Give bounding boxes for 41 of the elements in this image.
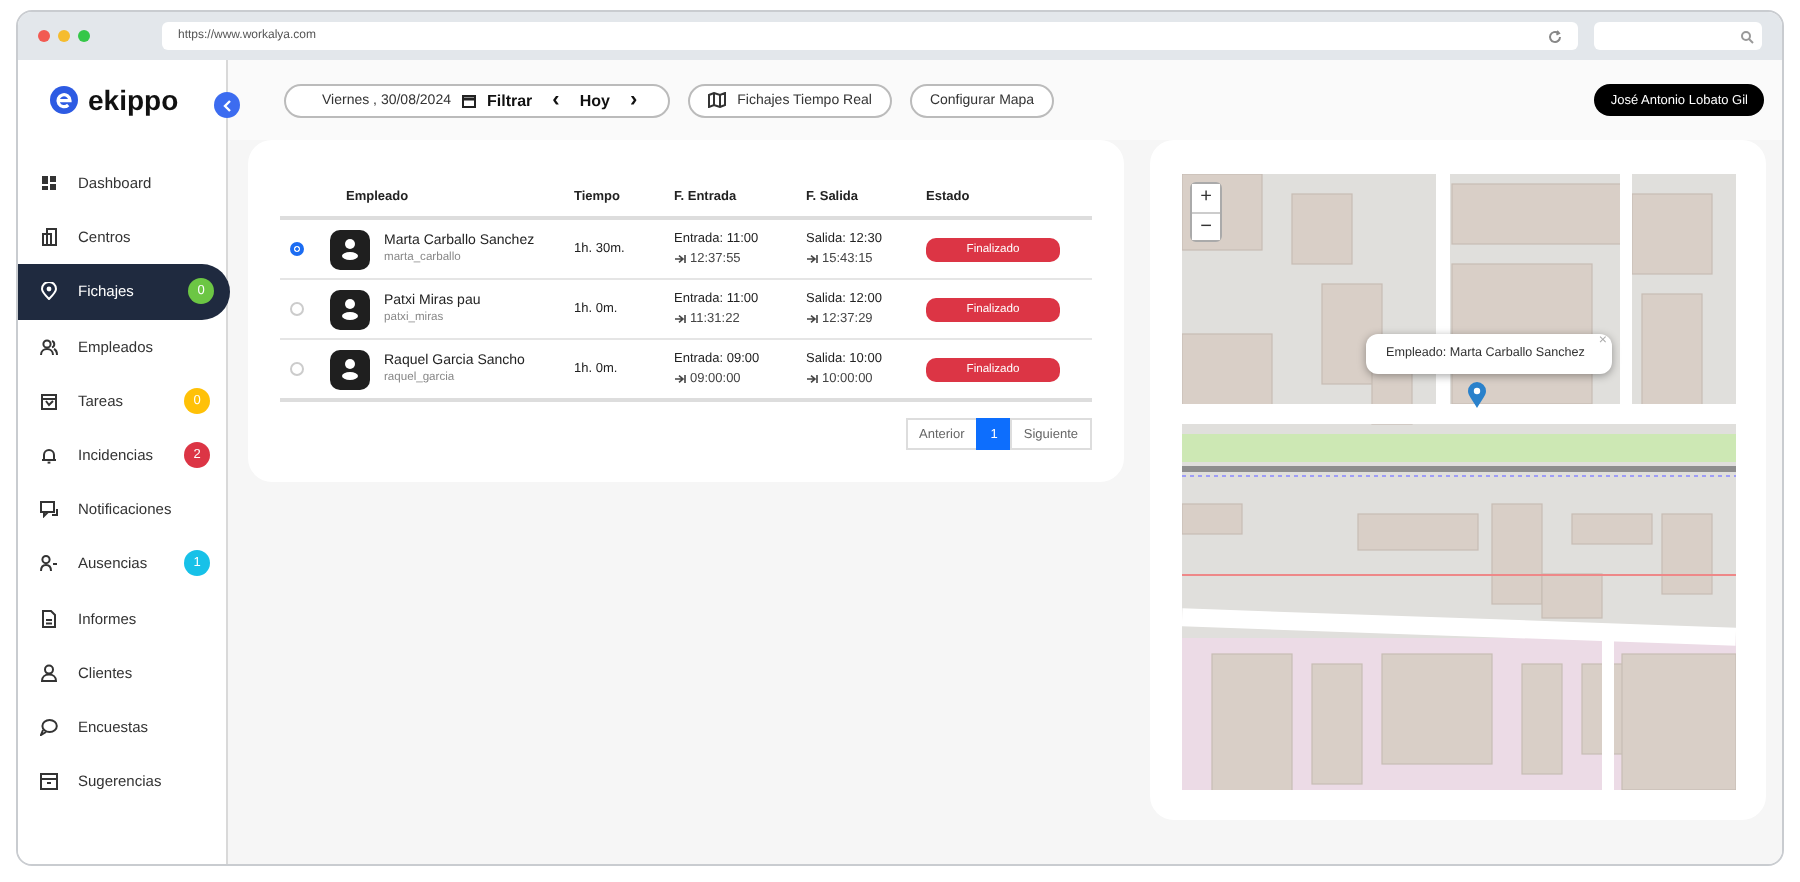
brand-name: ekippo — [88, 84, 179, 116]
building-icon — [40, 228, 58, 247]
previous-day-button[interactable]: ‹ — [542, 88, 570, 112]
entry-arrow-icon — [806, 254, 818, 264]
entry-arrow-icon — [806, 314, 818, 324]
person-icon — [40, 663, 58, 682]
row-radio[interactable] — [290, 242, 304, 256]
speech-bubble-icon — [40, 717, 58, 736]
grid-icon — [40, 174, 58, 193]
minimize-dot[interactable] — [58, 30, 70, 42]
logo-icon — [50, 86, 78, 114]
filter-button[interactable]: Filtrar — [476, 91, 543, 109]
chat-icon — [40, 500, 58, 519]
browser-search-field[interactable] — [1594, 22, 1762, 50]
collapse-button[interactable] — [214, 92, 240, 118]
today-button[interactable]: Hoy — [569, 91, 620, 109]
location-pin-icon — [40, 282, 58, 301]
search-icon — [1740, 29, 1754, 43]
next-day-button[interactable]: › — [619, 88, 648, 112]
close-dot[interactable] — [38, 30, 50, 42]
entry-arrow-icon — [674, 374, 686, 384]
entry-arrow-icon — [806, 374, 818, 384]
avatar-icon — [330, 289, 370, 329]
document-icon — [40, 609, 58, 628]
bell-icon — [40, 446, 58, 465]
people-icon — [40, 337, 58, 356]
calendar-icon — [40, 391, 58, 410]
map-marker-icon — [1468, 382, 1486, 408]
chevron-left-icon — [222, 99, 232, 111]
person-icon — [40, 554, 58, 573]
avatar-icon — [330, 349, 370, 389]
avatar-icon — [330, 229, 370, 269]
maximize-dot[interactable] — [78, 30, 90, 42]
map-icon — [707, 92, 726, 108]
zoom-out-button[interactable]: − — [1192, 212, 1220, 240]
entry-arrow-icon — [674, 254, 686, 264]
map-drawing[interactable] — [1182, 174, 1736, 790]
archive-icon — [40, 772, 58, 791]
reload-icon[interactable] — [1548, 29, 1562, 43]
entry-arrow-icon — [674, 314, 686, 324]
calendar-icon — [462, 93, 477, 107]
